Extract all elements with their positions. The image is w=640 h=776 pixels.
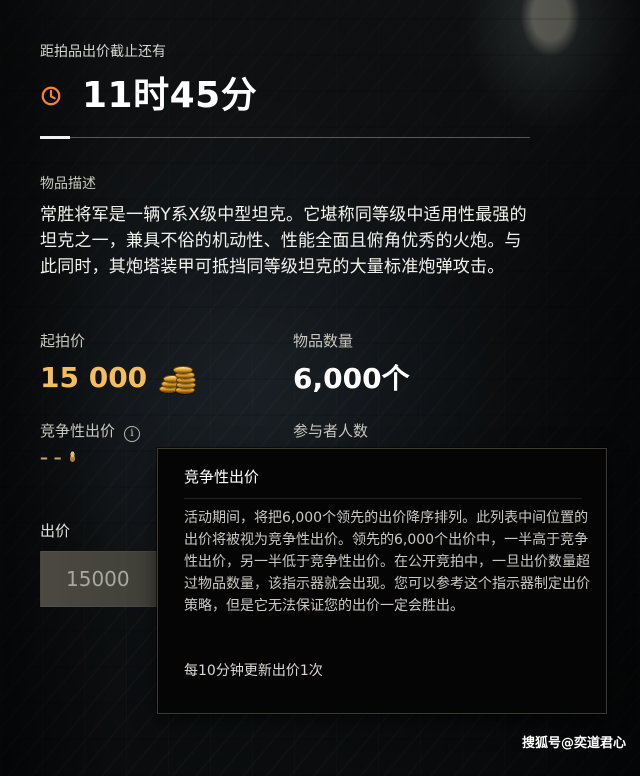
timer-divider (40, 137, 530, 138)
competitive-bid-label: 竞争性出价 i (40, 421, 141, 442)
starting-price-label: 起拍价 (40, 332, 86, 350)
gold-coins-icon (158, 362, 197, 394)
tooltip-divider (184, 498, 582, 499)
competitive-bid-value: – – (40, 448, 78, 468)
info-icon[interactable]: i (124, 426, 141, 442)
time-remaining: 11时45分 (82, 75, 258, 116)
starting-price: 15 000 (40, 356, 197, 398)
deadline-label: 距拍品出价截止还有 (40, 44, 166, 60)
tooltip-title: 竞争性出价 (184, 468, 260, 486)
quantity-label: 物品数量 (293, 332, 354, 350)
small-gold-coin-icon (66, 451, 78, 463)
item-quantity: 6,000个 (293, 362, 410, 395)
tooltip-footer: 每10分钟更新出价1次 (184, 663, 323, 679)
auction-screen: 距拍品出价截止还有 11时45分 物品描述 常胜将军是一辆Y系X级中型坦克。它堪… (0, 0, 640, 776)
timer-divider-accent (40, 136, 70, 139)
clock-icon (41, 86, 61, 106)
participants-label: 参与者人数 (293, 422, 369, 440)
bid-label: 出价 (40, 522, 71, 540)
countdown-timer: 11时45分 (40, 72, 257, 120)
watermark: 搜狐号@奕道君心 (521, 736, 626, 751)
competitive-bid-tooltip: 竞争性出价 活动期间，将把6,000个领先的出价降序排列。此列表中间位置的出价将… (157, 448, 607, 714)
auction-panel: 距拍品出价截止还有 11时45分 物品描述 常胜将军是一辆Y系X级中型坦克。它堪… (0, 0, 640, 776)
item-description: 常胜将军是一辆Y系X级中型坦克。它堪称同等级中适用性最强的坦克之一，兼具不俗的机… (40, 205, 527, 277)
competitive-bid-label-text: 竞争性出价 (40, 422, 116, 440)
starting-price-value: 15 000 (40, 360, 148, 394)
description-label: 物品描述 (40, 176, 96, 192)
tooltip-body: 活动期间，将把6,000个领先的出价降序排列。此列表中间位置的出价将被视为竞争性… (184, 510, 590, 614)
competitive-bid-placeholder: – – (40, 448, 62, 467)
